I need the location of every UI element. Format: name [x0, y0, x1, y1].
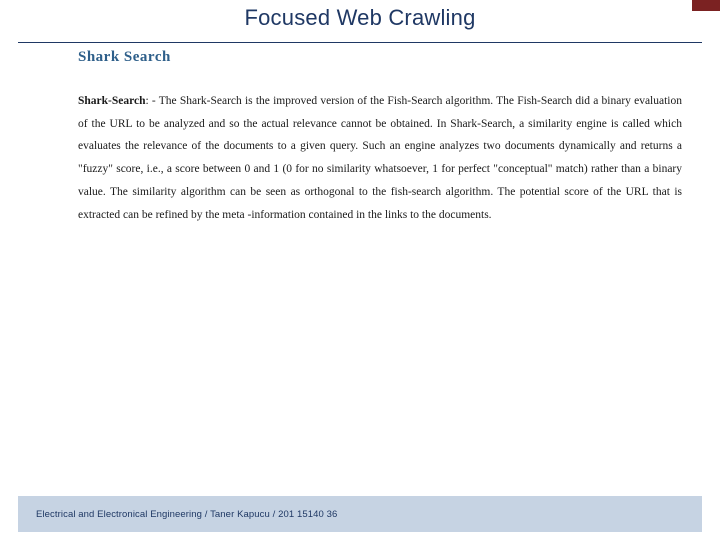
body-lead-term: Shark-Search [78, 95, 146, 107]
section-heading: Shark Search [78, 49, 171, 65]
page-title: Focused Web Crawling [244, 5, 476, 30]
body-text: : - The Shark-Search is the improved ver… [78, 95, 682, 221]
body-paragraph: Shark-Search: - The Shark-Search is the … [78, 90, 682, 226]
title-divider [18, 42, 702, 43]
footer-text: Electrical and Electronical Engineering … [36, 509, 338, 520]
